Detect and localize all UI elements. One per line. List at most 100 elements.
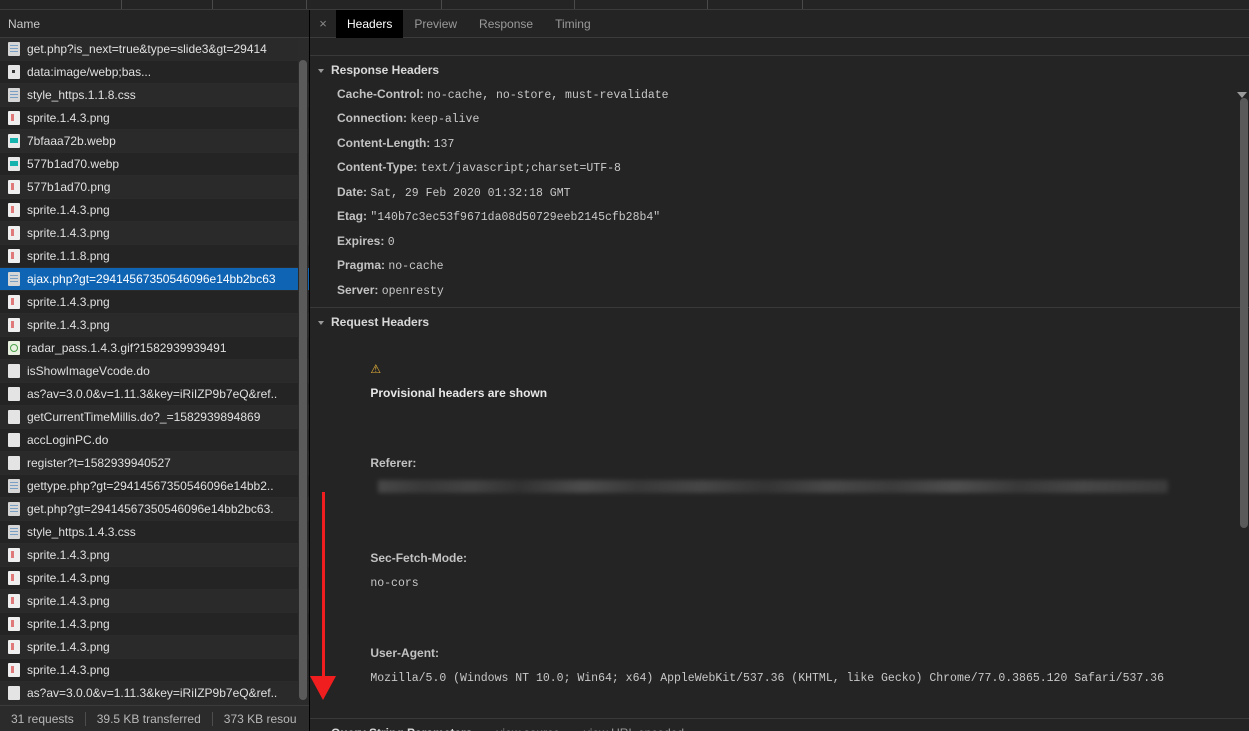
request-name: register?t=1582939940527 xyxy=(27,456,171,470)
table-row[interactable]: style_https.1.1.8.css xyxy=(0,84,309,107)
table-row[interactable]: sprite.1.4.3.png xyxy=(0,107,309,130)
table-row[interactable]: sprite.1.4.3.png xyxy=(0,590,309,613)
network-list-header: Name xyxy=(0,10,309,38)
column-divider-3[interactable] xyxy=(213,0,307,9)
request-name: sprite.1.4.3.png xyxy=(27,663,110,677)
tab-preview[interactable]: Preview xyxy=(403,10,468,38)
request-name: ajax.php?gt=29414567350546096e14bb2bc63 xyxy=(27,272,276,286)
view-source-link[interactable]: view source xyxy=(496,722,559,731)
png-image-icon xyxy=(8,594,20,608)
webp-image-icon xyxy=(8,157,20,171)
headers-detail-content: Referrer Policy: no-referrer-when-downgr… xyxy=(310,38,1249,731)
column-divider-2[interactable] xyxy=(122,0,213,9)
column-divider-6[interactable] xyxy=(575,0,708,9)
plain-file-icon xyxy=(8,456,20,470)
table-row[interactable]: register?t=1582939940527 xyxy=(0,452,309,475)
header-value: no-cors xyxy=(370,576,419,590)
network-request-list[interactable]: get.php?is_next=true&type=slide3&gt=2941… xyxy=(0,38,309,705)
column-divider-5[interactable] xyxy=(442,0,575,9)
close-icon[interactable]: × xyxy=(310,10,336,38)
request-name: sprite.1.4.3.png xyxy=(27,318,110,332)
chevron-down-icon-collapse[interactable] xyxy=(1237,92,1247,98)
header-row: Content-Length: 137 xyxy=(310,132,1249,157)
status-resources: 373 KB resou xyxy=(223,711,297,726)
column-divider-7[interactable] xyxy=(708,0,803,9)
document-icon xyxy=(8,479,20,493)
header-value: keep-alive xyxy=(410,113,480,126)
table-row[interactable]: sprite.1.4.3.png xyxy=(0,613,309,636)
table-row[interactable]: sprite.1.4.3.png xyxy=(0,544,309,567)
table-row[interactable]: sprite.1.4.3.png xyxy=(0,314,309,337)
header-name: Content-Type: xyxy=(337,160,418,174)
referer-value-prefix xyxy=(370,481,377,495)
status-requests: 31 requests xyxy=(11,711,74,726)
table-row[interactable]: data:image/webp;bas... xyxy=(0,61,309,84)
warning-text: Provisional headers are shown xyxy=(370,385,548,400)
request-name: as?av=3.0.0&v=1.11.3&key=iRiIZP9b7eQ&ref… xyxy=(27,686,278,700)
detail-scrollbar[interactable] xyxy=(1239,38,1249,731)
table-row[interactable]: sprite.1.4.3.png xyxy=(0,199,309,222)
section-title: Request Headers xyxy=(331,315,430,329)
status-transferred: 39.5 KB transferred xyxy=(96,711,201,726)
table-row[interactable]: sprite.1.4.3.png xyxy=(0,659,309,682)
header-row-referrer-policy: Referrer Policy: no-referrer-when-downgr… xyxy=(310,38,1249,51)
header-value: openresty xyxy=(381,284,444,298)
header-name: User-Agent: xyxy=(370,646,440,660)
request-name: sprite.1.4.3.png xyxy=(27,640,110,654)
chevron-down-icon[interactable] xyxy=(318,320,324,325)
png-image-icon xyxy=(8,203,20,217)
table-row[interactable]: style_https.1.4.3.css xyxy=(0,521,309,544)
table-row[interactable]: as?av=3.0.0&v=1.11.3&key=iRiIZP9b7eQ&ref… xyxy=(0,682,309,705)
table-row[interactable]: accLoginPC.do xyxy=(0,429,309,452)
header-name: Sec-Fetch-Mode: xyxy=(370,551,468,565)
column-divider-1[interactable] xyxy=(0,0,122,9)
request-list-scrollbar[interactable] xyxy=(298,38,308,705)
table-row[interactable]: sprite.1.4.3.png xyxy=(0,222,309,245)
table-row[interactable]: getCurrentTimeMillis.do?_=1582939894869 xyxy=(0,406,309,429)
table-row[interactable]: sprite.1.4.3.png xyxy=(0,567,309,590)
tab-timing[interactable]: Timing xyxy=(544,10,602,38)
section-response-headers[interactable]: Response Headers xyxy=(310,59,1249,83)
network-column-header-strip xyxy=(0,0,1249,10)
table-row[interactable]: get.php?gt=29414567350546096e14bb2bc63. xyxy=(0,498,309,521)
table-row[interactable]: 577b1ad70.png xyxy=(0,176,309,199)
png-image-icon xyxy=(8,617,20,631)
table-row[interactable]: isShowImageVcode.do xyxy=(0,360,309,383)
header-row: Etag: "140b7c3ec53f9671da08d50729eeb2145… xyxy=(310,205,1249,230)
warning-triangle-icon: ⚠ xyxy=(370,362,382,376)
header-row-sec-fetch-mode: Sec-Fetch-Mode: no-cors xyxy=(310,524,1249,619)
plain-file-icon xyxy=(8,387,20,401)
column-divider-8[interactable] xyxy=(803,0,904,9)
section-query-string-parameters[interactable]: Query String Parameters view source view… xyxy=(310,722,1249,731)
tab-response[interactable]: Response xyxy=(468,10,544,38)
request-list-scrollbar-thumb[interactable] xyxy=(299,60,307,700)
plain-file-icon xyxy=(8,410,20,424)
table-row[interactable]: get.php?is_next=true&type=slide3&gt=2941… xyxy=(0,38,309,61)
request-name: 7bfaaa72b.webp xyxy=(27,134,116,148)
header-value: Sat, 29 Feb 2020 01:32:18 GMT xyxy=(370,186,571,200)
chevron-down-icon[interactable] xyxy=(318,68,324,73)
table-row[interactable]: sprite.1.4.3.png xyxy=(0,636,309,659)
detail-scrollbar-thumb[interactable] xyxy=(1240,98,1248,528)
table-row[interactable]: 7bfaaa72b.webp xyxy=(0,130,309,153)
section-divider-2 xyxy=(310,717,1249,719)
table-row[interactable]: sprite.1.4.3.png xyxy=(0,291,309,314)
tab-headers[interactable]: Headers xyxy=(336,9,404,38)
header-value: 137 xyxy=(433,137,455,151)
table-row[interactable]: radar_pass.1.4.3.gif?1582939939491 xyxy=(0,337,309,360)
section-request-headers[interactable]: Request Headers xyxy=(310,311,1249,335)
table-row[interactable]: as?av=3.0.0&v=1.11.3&key=iRiIZP9b7eQ&ref… xyxy=(0,383,309,406)
request-name: data:image/webp;bas... xyxy=(27,65,152,79)
table-row[interactable]: sprite.1.1.8.png xyxy=(0,245,309,268)
table-row[interactable]: 577b1ad70.webp xyxy=(0,153,309,176)
column-header-name[interactable]: Name xyxy=(0,17,40,31)
column-divider-4[interactable] xyxy=(307,0,442,9)
table-row[interactable]: ajax.php?gt=29414567350546096e14bb2bc63 xyxy=(0,268,309,291)
view-url-encoded-link[interactable]: view URL encoded xyxy=(584,722,684,731)
table-row[interactable]: gettype.php?gt=29414567350546096e14bb2.. xyxy=(0,475,309,498)
section-divider-top xyxy=(310,55,1249,56)
request-name: getCurrentTimeMillis.do?_=1582939894869 xyxy=(27,410,261,424)
webp-image-icon xyxy=(8,134,20,148)
header-name: Etag: xyxy=(337,209,367,223)
devtools-network-panel: Name get.php?is_next=true&type=slide3&gt… xyxy=(0,0,1249,731)
